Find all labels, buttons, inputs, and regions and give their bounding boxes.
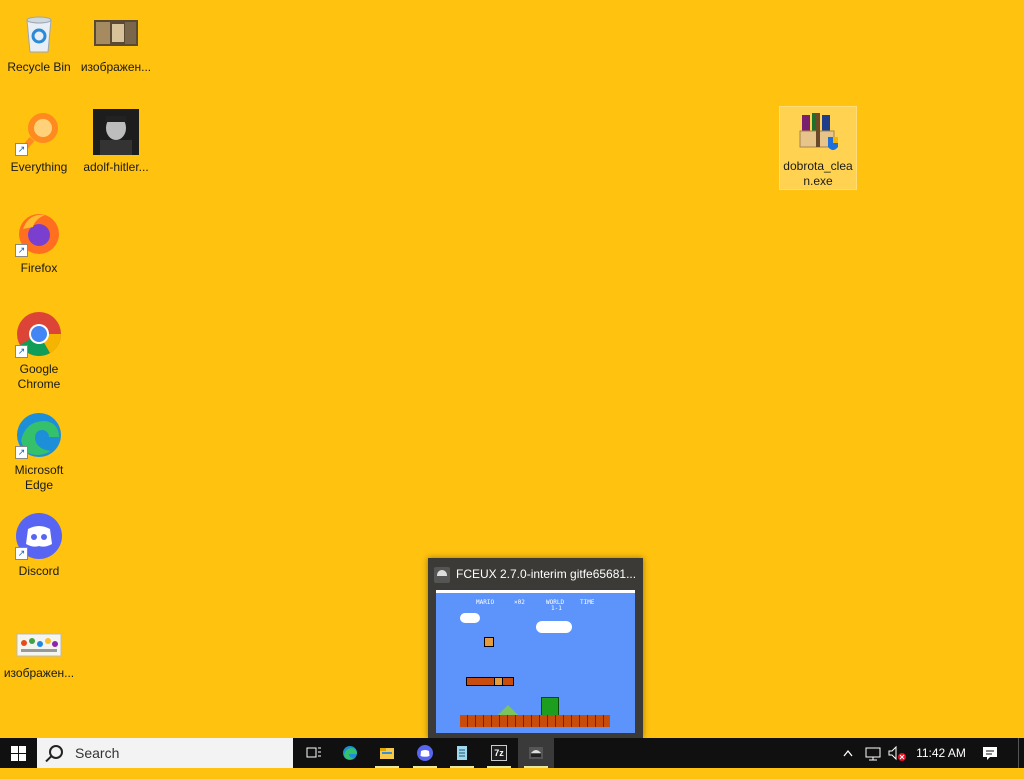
question-block (484, 637, 494, 647)
notification-icon (983, 747, 997, 760)
fceux-icon (529, 747, 543, 759)
hud-mario: MARIO (476, 599, 495, 606)
task-view-button[interactable] (296, 738, 332, 768)
image-thumbnail-icon (92, 8, 140, 56)
portrait-thumbnail-icon (92, 108, 140, 156)
microsoft-edge-desktop-icon[interactable]: ↗ Microsoft Edge (2, 411, 76, 493)
discord-icon: ↗ (15, 512, 63, 560)
discord-label: Discord (18, 564, 60, 578)
firefox-icon: ↗ (15, 209, 63, 257)
discord-desktop-icon[interactable]: ↗ Discord (2, 512, 76, 579)
taskbar-notepad-button[interactable] (444, 738, 480, 768)
image-file-desktop-icon[interactable]: изображен... (79, 8, 153, 75)
fceux-icon (434, 566, 450, 583)
network-icon (865, 747, 881, 761)
question-block (494, 677, 503, 686)
firefox-label: Firefox (20, 261, 58, 275)
brick-row (466, 677, 514, 686)
image-file-label: изображен... (3, 666, 75, 680)
image-file-desktop-icon[interactable]: изображен... (2, 614, 76, 681)
taskbar-7zip-button[interactable]: 7z (481, 738, 517, 768)
action-center-button[interactable] (980, 738, 1004, 768)
green-pipe (541, 697, 559, 717)
preview-title-bar: FCEUX 2.7.0-interim gitfe65681... (434, 565, 637, 583)
ground-bricks (460, 715, 610, 727)
google-chrome-label: Google Chrome (17, 362, 61, 391)
volume-tray-button[interactable] (887, 738, 907, 768)
shortcut-arrow-icon: ↗ (15, 143, 28, 156)
edge-icon (343, 746, 357, 760)
taskbar: Search 7z 11:42 AM (0, 738, 1024, 768)
show-desktop-button[interactable] (1018, 738, 1024, 768)
everything-label: Everything (10, 160, 68, 174)
dobrota-exe-label: dobrota_clean.exe (783, 159, 853, 188)
taskbar-search-box[interactable]: Search (37, 738, 293, 768)
taskbar-clock[interactable]: 11:42 AM (912, 738, 970, 768)
recycle-bin-icon (15, 8, 63, 56)
chevron-up-icon (843, 749, 853, 757)
recycle-bin-label: Recycle Bin (7, 60, 71, 74)
windows-logo-icon (11, 746, 18, 753)
hud-world-number: 1-1 (551, 605, 562, 612)
cloud-shape (460, 613, 480, 623)
start-button[interactable] (0, 738, 36, 768)
image-thumbnail-icon (15, 614, 63, 662)
discord-icon (417, 745, 433, 761)
hill-shape (498, 705, 518, 715)
taskbar-file-explorer-button[interactable] (369, 738, 405, 768)
image-file-label: adolf-hitler... (83, 160, 149, 174)
hud-time: TIME (580, 599, 595, 606)
winrar-archive-icon (794, 107, 842, 155)
everything-desktop-icon[interactable]: ↗ Everything (2, 108, 76, 175)
dobrota-exe-desktop-icon[interactable]: dobrota_clean.exe (779, 106, 857, 190)
everything-search-icon: ↗ (15, 108, 63, 156)
search-icon (49, 745, 63, 759)
7zip-icon: 7z (491, 745, 507, 761)
notepad-icon (457, 746, 467, 760)
folder-icon (380, 748, 394, 759)
taskbar-discord-button[interactable] (407, 738, 443, 768)
task-view-icon (306, 747, 321, 758)
microsoft-edge-label: Microsoft Edge (14, 463, 64, 492)
recycle-bin-desktop-icon[interactable]: Recycle Bin (2, 8, 76, 75)
preview-window-title: FCEUX 2.7.0-interim gitfe65681... (456, 567, 637, 581)
search-placeholder: Search (75, 745, 120, 761)
image-file-label: изображен... (80, 60, 152, 74)
google-chrome-desktop-icon[interactable]: ↗ Google Chrome (2, 310, 76, 392)
speaker-muted-icon (888, 745, 906, 761)
shortcut-arrow-icon: ↗ (15, 446, 28, 459)
hud-coins: ×02 (514, 599, 525, 606)
taskbar-window-preview[interactable]: FCEUX 2.7.0-interim gitfe65681... MARIO … (428, 558, 643, 738)
image-file-desktop-icon[interactable]: adolf-hitler... (79, 108, 153, 175)
cloud-shape (536, 621, 572, 633)
show-hidden-icons-button[interactable] (842, 738, 858, 768)
firefox-desktop-icon[interactable]: ↗ Firefox (2, 209, 76, 276)
edge-icon: ↗ (15, 411, 63, 459)
chrome-icon: ↗ (15, 310, 63, 358)
fceux-game-thumbnail[interactable]: MARIO ×02 WORLD 1-1 TIME (436, 590, 635, 733)
network-tray-button[interactable] (864, 738, 884, 768)
taskbar-fceux-button[interactable] (518, 738, 554, 768)
shortcut-arrow-icon: ↗ (15, 244, 28, 257)
taskbar-edge-button[interactable] (332, 738, 368, 768)
shortcut-arrow-icon: ↗ (15, 547, 28, 560)
shortcut-arrow-icon: ↗ (15, 345, 28, 358)
